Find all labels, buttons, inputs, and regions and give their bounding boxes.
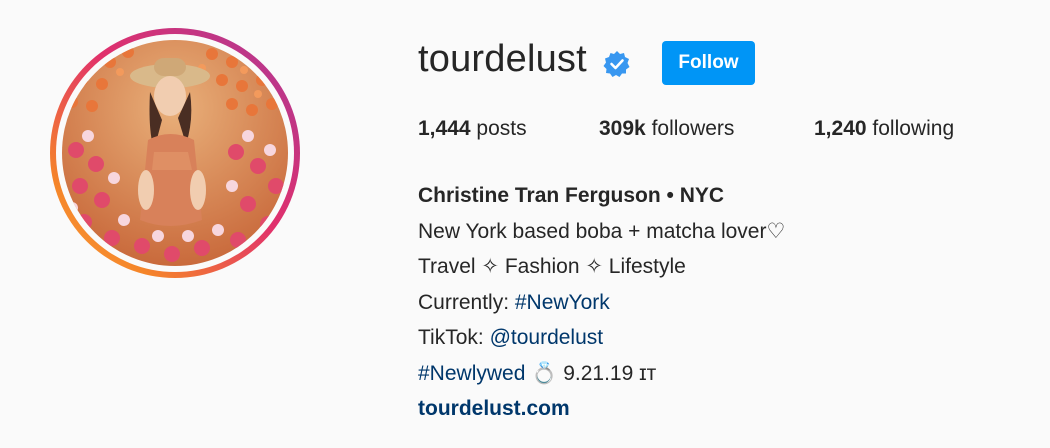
avatar[interactable] (62, 40, 288, 266)
posts-stat: 1,444 posts (418, 117, 527, 141)
bio-line-3-prefix: Currently: (418, 290, 515, 314)
following-label: following (872, 117, 955, 140)
profile-username: tourdelust (418, 38, 587, 80)
bio-line-4: TikTok: @tourdelust (418, 320, 785, 356)
followers-count: 309k (599, 117, 646, 140)
follow-button[interactable]: Follow (662, 41, 755, 85)
bio-line-3: Currently: #NewYork (418, 285, 785, 321)
avatar-ring-gap (56, 34, 294, 272)
posts-label: posts (476, 117, 527, 140)
posts-count: 1,444 (418, 117, 471, 140)
following-count: 1,240 (814, 117, 867, 140)
bio-line-2: Travel ✧ Fashion ✧ Lifestyle (418, 255, 686, 278)
avatar-story-ring[interactable] (50, 28, 300, 278)
verified-badge-icon (603, 51, 630, 77)
website-link[interactable]: tourdelust.com (418, 391, 785, 427)
bio-line-5-rest: 💍 9.21.19 ɪᴛ (525, 361, 657, 385)
mention-tourdelust-link[interactable]: @tourdelust (490, 326, 604, 349)
bio-line-4-prefix: TikTok: (418, 326, 490, 349)
followers-label: followers (651, 117, 735, 140)
bio-line-5: #Newlywed 💍 9.21.19 ɪᴛ (418, 356, 785, 392)
following-stat[interactable]: 1,240 following (814, 117, 954, 141)
bio-line-1: New York based boba + matcha lover♡ (418, 219, 786, 243)
followers-stat[interactable]: 309k followers (599, 117, 734, 141)
profile-bio: Christine Tran Ferguson • NYC New York b… (418, 178, 785, 427)
hashtag-newlywed-link[interactable]: #Newlywed (418, 362, 525, 385)
avatar-image (62, 40, 288, 266)
profile-full-name: Christine Tran Ferguson • NYC (418, 184, 725, 207)
hashtag-newyork-link[interactable]: #NewYork (515, 291, 610, 314)
